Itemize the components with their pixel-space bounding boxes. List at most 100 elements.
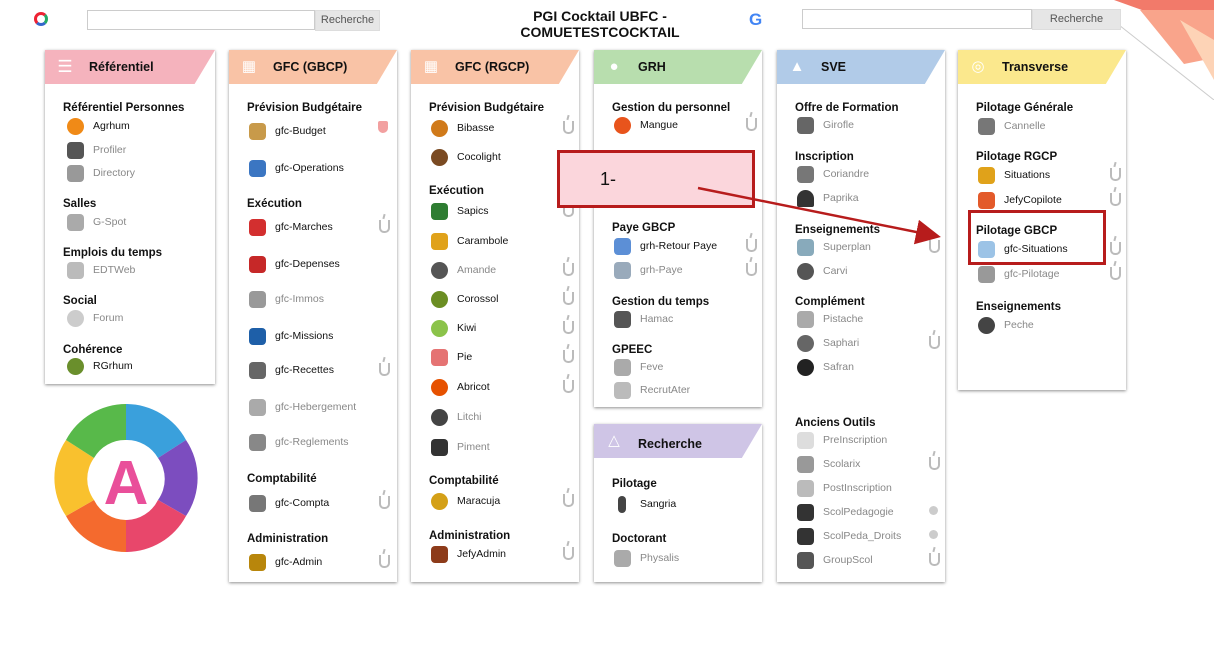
app-gfc-depenses[interactable]: gfc-Depenses xyxy=(249,254,340,274)
app-kiwi[interactable]: Kiwi xyxy=(431,318,476,338)
section-title: Complément xyxy=(795,296,865,308)
app-cocolight[interactable]: Cocolight xyxy=(431,147,501,167)
card-title: Référentiel xyxy=(89,60,154,74)
app-label: JefyAdmin xyxy=(457,548,507,560)
app-corossol[interactable]: Corossol xyxy=(431,289,498,309)
app-label: ScolPedagogie xyxy=(823,506,894,518)
graduation-cap-icon: ▲ xyxy=(789,58,805,75)
search-input-right[interactable] xyxy=(802,9,1032,29)
app-groupscol[interactable]: GroupScol xyxy=(797,550,873,570)
jefycopilote-icon xyxy=(978,191,995,209)
app-girofle[interactable]: Girofle xyxy=(797,115,854,135)
app-gfc-compta[interactable]: gfc-Compta xyxy=(249,493,329,513)
app-mangue[interactable]: Mangue xyxy=(614,115,678,135)
app-preinscription[interactable]: PreInscription xyxy=(797,430,887,450)
app-rgrhum[interactable]: RGrhum xyxy=(67,356,133,376)
carambole-icon xyxy=(431,232,448,250)
app-agrhum[interactable]: Agrhum xyxy=(67,116,130,136)
app-sapics[interactable]: Sapics xyxy=(431,201,489,221)
section-title: Administration xyxy=(429,530,511,542)
app-pistache[interactable]: Pistache xyxy=(797,309,863,329)
app-gfc-operations[interactable]: gfc-Operations xyxy=(249,158,344,178)
app-label: gfc-Admin xyxy=(275,556,323,568)
situations-icon xyxy=(978,166,995,184)
carvi-icon xyxy=(797,262,814,280)
app-label: Cannelle xyxy=(1004,120,1046,132)
app-safran[interactable]: Safran xyxy=(797,357,854,377)
people-icon: ● xyxy=(609,58,619,75)
app-gfc-budget[interactable]: gfc-Budget xyxy=(249,121,326,141)
app-gfc-recettes[interactable]: gfc-Recettes xyxy=(249,360,334,380)
reglements-icon xyxy=(249,433,266,451)
app-gfc-immos[interactable]: gfc-Immos xyxy=(249,289,324,309)
search-button-left[interactable]: Recherche xyxy=(315,10,380,31)
search-button-right[interactable]: Recherche xyxy=(1032,9,1121,30)
app-directory[interactable]: Directory xyxy=(67,163,135,183)
search-input-left[interactable] xyxy=(87,10,315,30)
app-logo-icon xyxy=(34,12,48,26)
piment-icon xyxy=(431,438,448,456)
app-gfc-marches[interactable]: gfc-Marches xyxy=(249,217,333,237)
app-gfc-missions[interactable]: gfc-Missions xyxy=(249,326,333,346)
app-forum[interactable]: Forum xyxy=(67,308,123,328)
app-gfc-reglements[interactable]: gfc-Reglements xyxy=(249,432,349,452)
app-grh-paye[interactable]: grh-Paye xyxy=(614,260,683,280)
app-sangria[interactable]: Sangria xyxy=(614,494,676,514)
app-gfc-admin[interactable]: gfc-Admin xyxy=(249,552,322,572)
app-maracuja[interactable]: Maracuja xyxy=(431,491,500,511)
app-label: Hamac xyxy=(640,313,674,325)
app-label: Scolarix xyxy=(823,458,861,470)
app-cannelle[interactable]: Cannelle xyxy=(978,116,1045,136)
app-scolpeda-droits[interactable]: ScolPeda_Droits xyxy=(797,526,901,546)
app-profiler[interactable]: Profiler xyxy=(67,140,126,160)
java-icon xyxy=(1110,242,1121,255)
feve-icon xyxy=(614,358,631,376)
app-label: Coriandre xyxy=(823,168,870,180)
app-situations[interactable]: Situations xyxy=(978,165,1050,185)
app-jefyadmin[interactable]: JefyAdmin xyxy=(431,544,506,564)
sapics-icon xyxy=(431,202,448,220)
java-icon xyxy=(1110,267,1121,280)
section-title: Pilotage xyxy=(612,478,657,490)
retour-paye-icon xyxy=(614,237,631,255)
section-title: Paye GBCP xyxy=(612,222,676,234)
bibasse-icon xyxy=(431,119,448,137)
app-label: PostInscription xyxy=(823,482,892,494)
app-physalis[interactable]: Physalis xyxy=(614,548,679,568)
app-amande[interactable]: Amande xyxy=(431,260,496,280)
app-recrutater[interactable]: RecrutAter xyxy=(614,380,690,400)
app-label: gfc-Hebergement xyxy=(275,401,357,413)
app-g-spot[interactable]: G-Spot xyxy=(67,212,126,232)
app-jefycopilote[interactable]: JefyCopilote xyxy=(978,190,1062,210)
page-title: PGI Cocktail UBFC - COMUETESTCOCKTAIL xyxy=(520,8,680,40)
groupscol-icon xyxy=(797,551,814,569)
app-label: Litchi xyxy=(457,411,482,423)
app-peche[interactable]: Peche xyxy=(978,315,1034,335)
app-carvi[interactable]: Carvi xyxy=(797,261,848,281)
app-label: gfc-Marches xyxy=(275,221,333,233)
app-label: Physalis xyxy=(640,552,680,564)
app-gfc-pilotage[interactable]: gfc-Pilotage xyxy=(978,264,1059,284)
app-scolarix[interactable]: Scolarix xyxy=(797,454,860,474)
app-abricot[interactable]: Abricot xyxy=(431,377,490,397)
app-postinscription[interactable]: PostInscription xyxy=(797,478,892,498)
app-bibasse[interactable]: Bibasse xyxy=(431,118,494,138)
card-title: Recherche xyxy=(638,437,702,451)
app-feve[interactable]: Feve xyxy=(614,357,663,377)
app-gfc-hebergement[interactable]: gfc-Hebergement xyxy=(249,397,356,417)
section-title: Exécution xyxy=(429,185,484,197)
section-title: Administration xyxy=(247,533,329,545)
app-label: Girofle xyxy=(823,119,854,131)
app-litchi[interactable]: Litchi xyxy=(431,407,482,427)
app-saphari[interactable]: Saphari xyxy=(797,333,859,353)
app-label: Profiler xyxy=(93,144,127,156)
app-piment[interactable]: Piment xyxy=(431,437,490,457)
app-pie[interactable]: Pie xyxy=(431,347,472,367)
app-scolpedagogie[interactable]: ScolPedagogie xyxy=(797,502,894,522)
app-hamac[interactable]: Hamac xyxy=(614,309,673,329)
app-carambole[interactable]: Carambole xyxy=(431,231,508,251)
grid-icon: ▦ xyxy=(423,58,439,75)
section-title: Emplois du temps xyxy=(63,247,163,259)
paye-icon xyxy=(614,261,631,279)
app-edtweb[interactable]: EDTWeb xyxy=(67,260,135,280)
